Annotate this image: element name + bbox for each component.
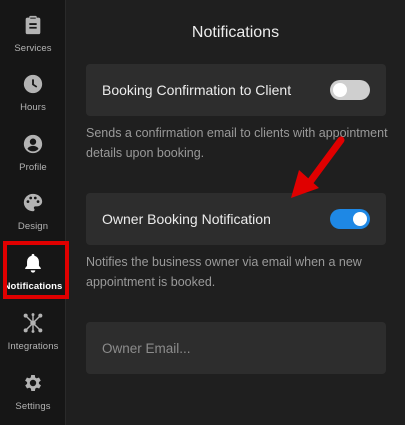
sidebar-item-design[interactable]: Design bbox=[0, 182, 66, 240]
palette-icon bbox=[21, 191, 45, 215]
sidebar-item-services[interactable]: Services bbox=[0, 4, 66, 62]
clock-icon bbox=[21, 72, 45, 96]
user-circle-icon bbox=[21, 132, 45, 156]
sidebar-item-label: Notifications bbox=[3, 280, 63, 292]
notifications-panel: Notifications Booking Confirmation to Cl… bbox=[66, 0, 405, 425]
sidebar-item-settings[interactable]: Settings bbox=[0, 362, 66, 420]
owner-notification-card: Owner Booking Notification bbox=[86, 193, 386, 245]
page-title: Notifications bbox=[191, 24, 280, 41]
booking-confirmation-card: Booking Confirmation to Client bbox=[86, 64, 386, 116]
booking-confirmation-toggle[interactable] bbox=[330, 80, 370, 100]
bell-icon bbox=[21, 251, 45, 275]
sidebar-item-integrations[interactable]: Integrations bbox=[0, 302, 66, 360]
sidebar-item-hours[interactable]: Hours bbox=[0, 63, 66, 121]
sidebar-item-label: Services bbox=[14, 42, 52, 54]
clipboard-icon bbox=[21, 13, 45, 37]
network-icon bbox=[21, 311, 45, 335]
owner-notification-description: Notifies the business owner via email wh… bbox=[86, 255, 362, 289]
toggle-knob bbox=[353, 212, 367, 226]
gear-icon bbox=[21, 371, 45, 395]
sidebar-item-notifications[interactable]: Notifications bbox=[0, 242, 66, 300]
sidebar-item-label: Design bbox=[17, 220, 49, 232]
owner-notification-toggle[interactable] bbox=[330, 209, 370, 229]
sidebar-item-profile[interactable]: Profile bbox=[0, 123, 66, 181]
sidebar-item-label: Hours bbox=[20, 101, 46, 113]
owner-email-input[interactable] bbox=[86, 322, 386, 374]
sidebar: Services Hours Profile Design Notificati… bbox=[0, 0, 66, 425]
booking-confirmation-label: Booking Confirmation to Client bbox=[102, 82, 292, 98]
owner-notification-label: Owner Booking Notification bbox=[102, 211, 271, 227]
sidebar-item-label: Profile bbox=[19, 161, 47, 173]
toggle-knob bbox=[333, 83, 347, 97]
booking-confirmation-description: Sends a confirmation email to clients wi… bbox=[86, 126, 388, 160]
sidebar-item-label: Integrations bbox=[7, 340, 59, 352]
sidebar-item-label: Settings bbox=[15, 400, 51, 412]
